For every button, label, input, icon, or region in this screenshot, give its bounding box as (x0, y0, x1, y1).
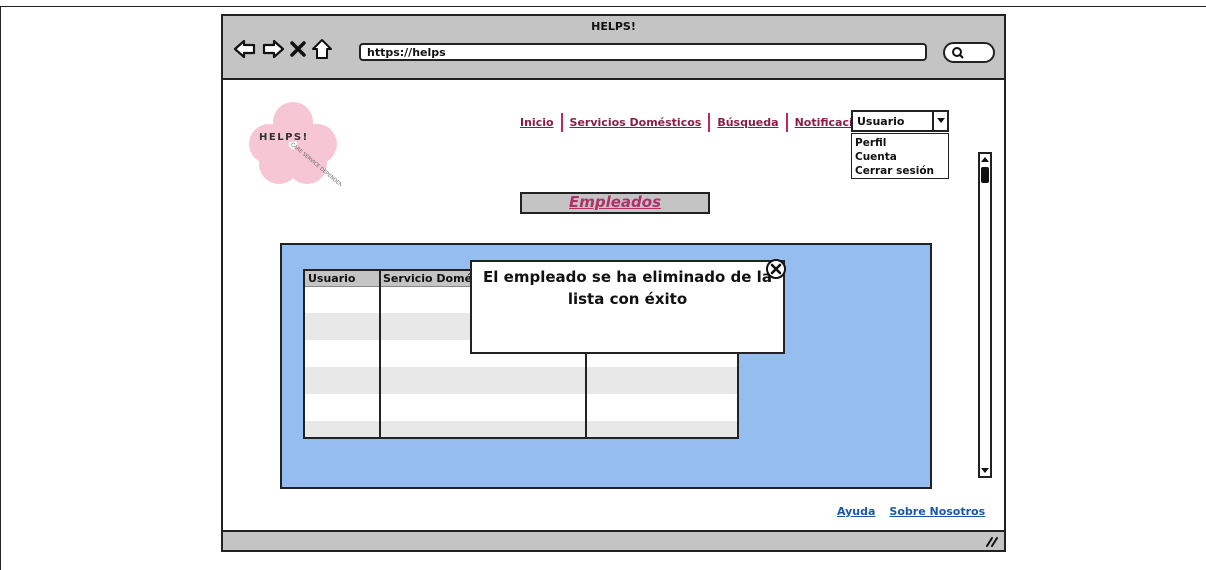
browser-toolbar: HELPS! https://helps (223, 16, 1004, 80)
menu-item-cuenta[interactable]: Cuenta (855, 150, 945, 164)
menu-item-cerrar-sesion[interactable]: Cerrar sesión (855, 164, 945, 178)
stop-icon[interactable] (289, 38, 307, 60)
home-icon[interactable] (311, 38, 333, 60)
nav-link-inicio[interactable]: Inicio (513, 116, 561, 129)
scroll-down-icon[interactable] (980, 465, 990, 475)
footer-link-sobre-nosotros[interactable]: Sobre Nosotros (889, 505, 985, 518)
table-row[interactable] (305, 421, 737, 437)
page-content: HELPS! CARE SERVICE DEPENDENCE Inicio Se… (223, 82, 1004, 532)
footer-link-ayuda[interactable]: Ayuda (837, 505, 875, 518)
status-bar (223, 530, 1004, 550)
vertical-scrollbar[interactable] (978, 152, 992, 478)
back-icon[interactable] (233, 38, 257, 60)
main-nav: Inicio Servicios Domésticos Búsqueda Not… (513, 113, 892, 132)
menu-item-perfil[interactable]: Perfil (855, 136, 945, 150)
table-row[interactable] (305, 367, 737, 394)
user-dropdown-menu: Perfil Cuenta Cerrar sesión (851, 133, 949, 179)
chevron-down-icon[interactable] (932, 112, 947, 130)
scroll-thumb[interactable] (981, 167, 989, 183)
resize-grip-icon[interactable] (984, 534, 998, 548)
column-divider (379, 271, 381, 437)
user-dropdown[interactable]: Usuario (851, 110, 949, 132)
user-dropdown-value: Usuario (857, 115, 905, 128)
address-bar[interactable]: https://helps (359, 43, 927, 61)
page-title: Empleados (520, 192, 710, 214)
dialog-message-line-1: El empleado se ha eliminado de la (483, 268, 772, 286)
search-icon (952, 47, 964, 59)
success-dialog: El empleado se ha eliminado de la lista … (470, 258, 787, 354)
dialog-message-line-2: lista con éxito (567, 290, 688, 308)
column-header-usuario: Usuario (308, 272, 356, 285)
nav-link-busqueda[interactable]: Búsqueda (710, 116, 785, 129)
helps-logo: HELPS! CARE SERVICE DEPENDENCE (249, 102, 341, 186)
scroll-up-icon[interactable] (980, 155, 990, 165)
nav-link-servicios[interactable]: Servicios Domésticos (563, 116, 709, 129)
close-icon[interactable] (765, 258, 787, 280)
search-button[interactable] (943, 42, 995, 63)
forward-icon[interactable] (261, 38, 285, 60)
logo-text: HELPS! (259, 132, 309, 143)
window-title: HELPS! (591, 20, 636, 33)
footer-links: Ayuda Sobre Nosotros (837, 505, 985, 518)
browser-window: HELPS! https://helps HELPS! CARE SERVICE… (221, 14, 1006, 552)
nav-controls (233, 38, 333, 60)
